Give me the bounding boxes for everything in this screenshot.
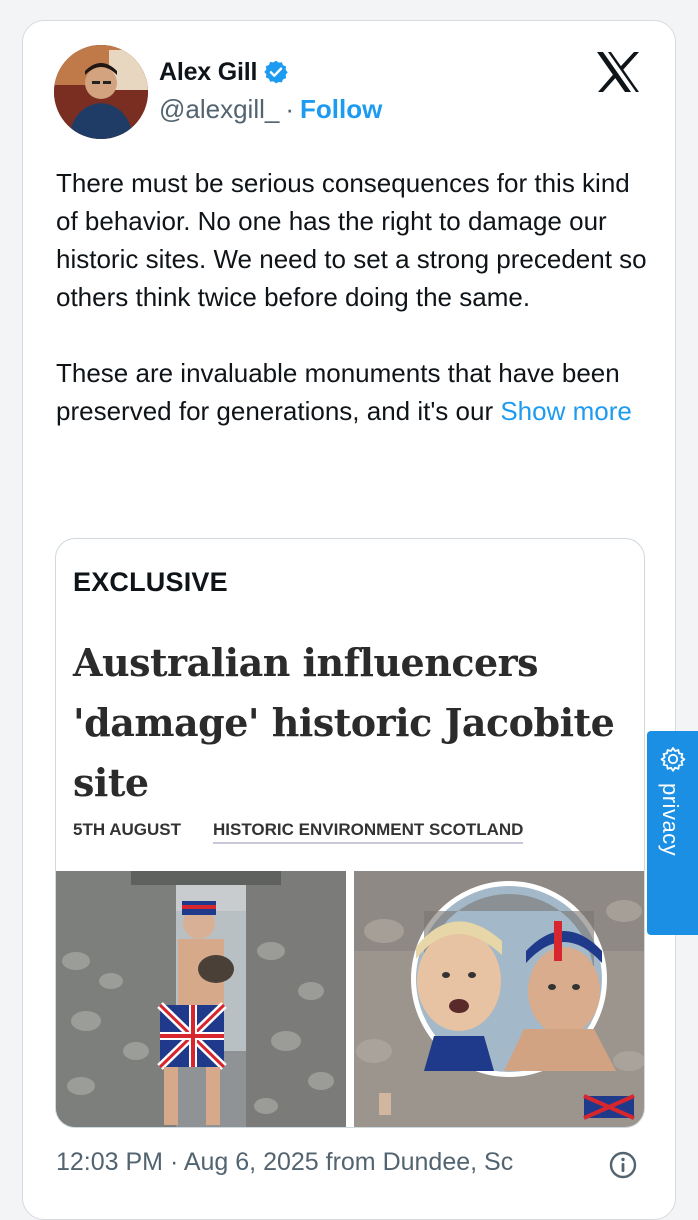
- info-icon[interactable]: [609, 1151, 637, 1179]
- x-logo-icon[interactable]: [595, 51, 641, 93]
- article-label: EXCLUSIVE: [73, 567, 228, 597]
- tweet-timestamp[interactable]: 12:03 PM · Aug 6, 2025 from Dundee, Sc: [56, 1148, 513, 1177]
- tweet-text: There must be serious consequences for t…: [56, 164, 656, 430]
- tweet-card[interactable]: Alex Gill @alexgill_ · Follow There must…: [22, 20, 676, 1220]
- photo-influencers-selfie: [354, 871, 644, 1127]
- show-more-link[interactable]: Show more: [500, 396, 632, 426]
- privacy-label[interactable]: privacy: [657, 783, 683, 856]
- tweet-paragraph-2: These are invaluable monuments that have…: [56, 354, 656, 430]
- author-name[interactable]: Alex Gill: [159, 58, 257, 87]
- article-meta: 5TH AUGUST HISTORIC ENVIRONMENT SCOTLAND: [73, 820, 524, 844]
- privacy-tab[interactable]: privacy: [647, 731, 698, 935]
- article-source: HISTORIC ENVIRONMENT SCOTLAND: [213, 820, 524, 844]
- tweet-paragraph-1: There must be serious consequences for t…: [56, 168, 647, 312]
- author-handle[interactable]: @alexgill_: [159, 94, 279, 125]
- gear-icon: [660, 747, 686, 772]
- media-image[interactable]: EXCLUSIVE Australian influencers 'damage…: [55, 538, 645, 1128]
- handle-row: @alexgill_ · Follow: [159, 94, 382, 125]
- follow-button[interactable]: Follow: [300, 94, 382, 125]
- avatar[interactable]: [54, 45, 148, 139]
- verified-badge-icon: [264, 60, 288, 84]
- article-headline: Australian influencers 'damage' historic…: [73, 640, 615, 805]
- timestamp-text[interactable]: 12:03 PM · Aug 6, 2025 from Dundee, Sc: [56, 1148, 513, 1177]
- separator-dot: ·: [285, 94, 295, 124]
- article-date: 5TH AUGUST: [73, 820, 181, 839]
- photo-influencer-ruins: [56, 871, 346, 1127]
- author-name-row[interactable]: Alex Gill: [159, 55, 289, 89]
